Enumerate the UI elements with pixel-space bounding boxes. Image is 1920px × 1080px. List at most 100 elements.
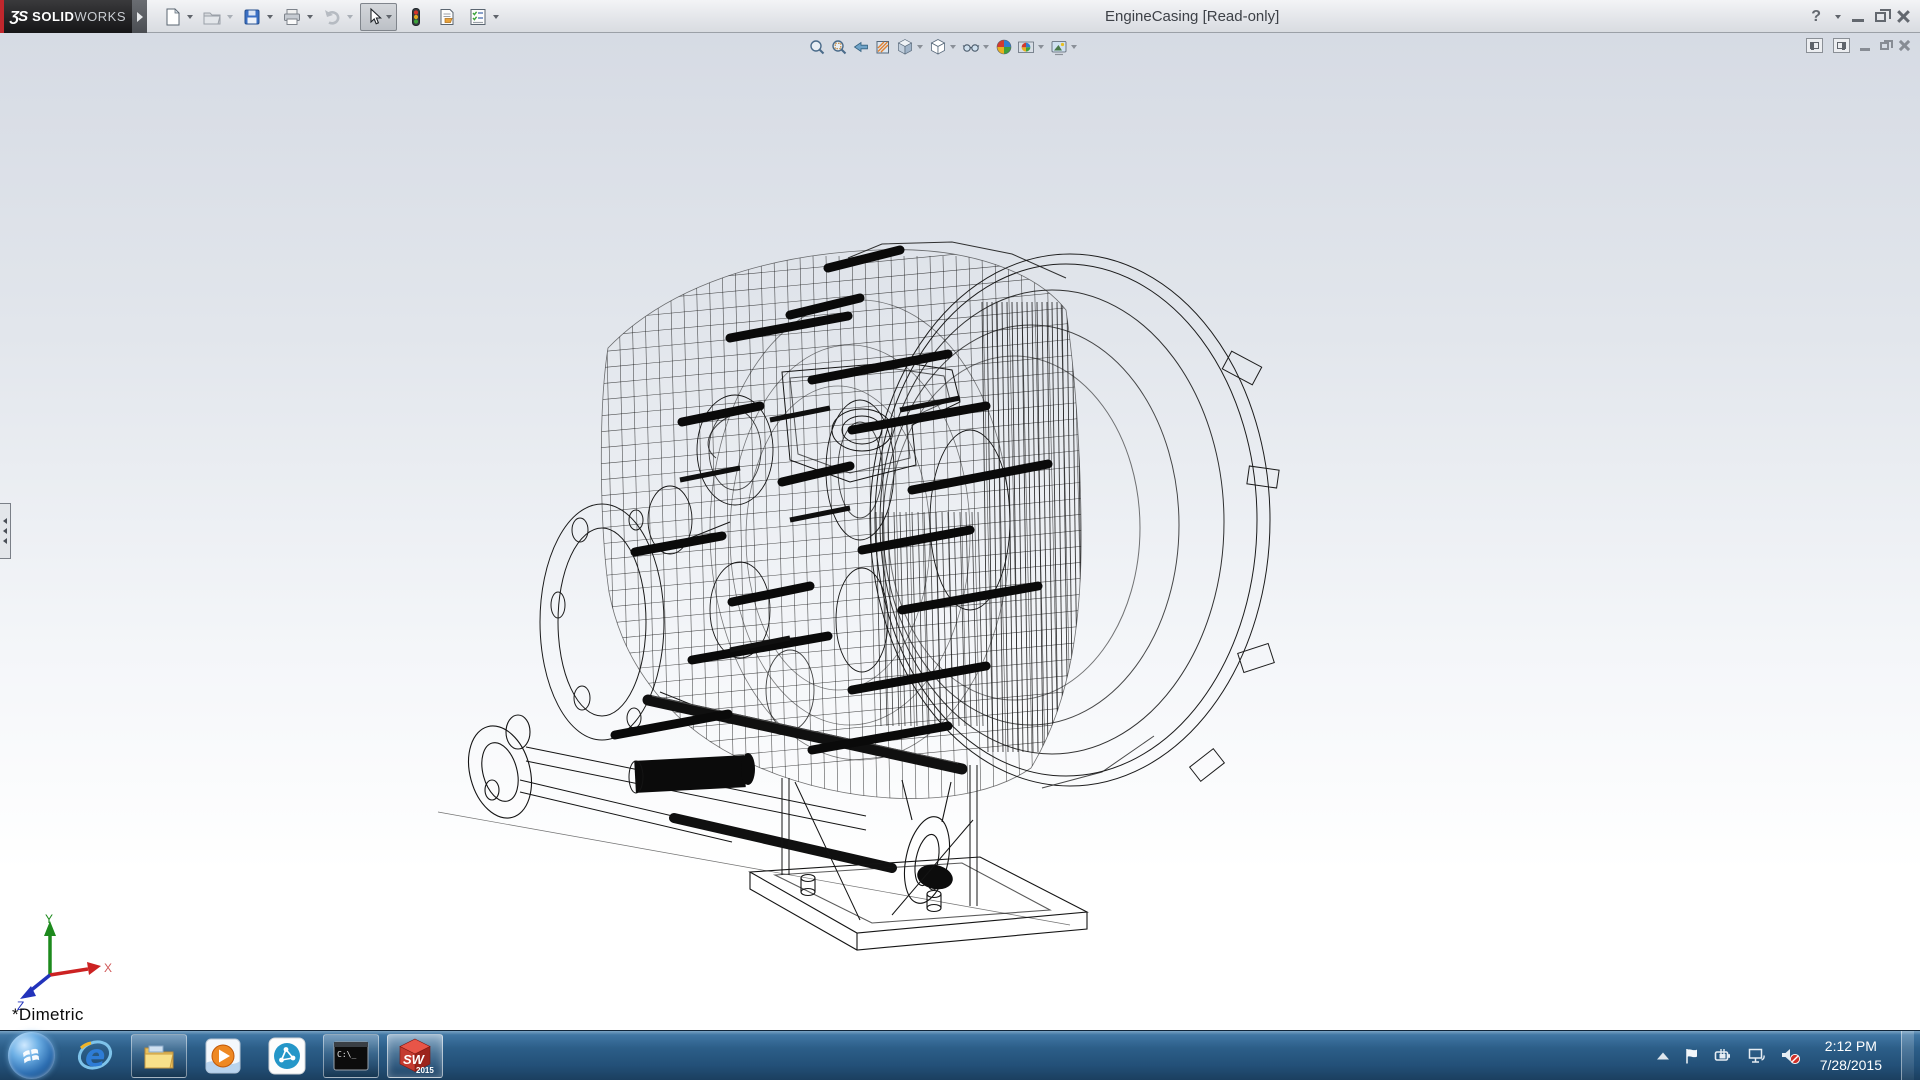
undo-icon xyxy=(322,7,342,27)
print-icon xyxy=(282,7,302,27)
hide-show-items-button[interactable] xyxy=(960,36,982,58)
windows-taskbar: e C:\_ xyxy=(0,1030,1920,1080)
model-dense-right xyxy=(982,302,1083,752)
logo-text-light: WORKS xyxy=(74,9,126,24)
open-dropdown[interactable] xyxy=(227,15,233,19)
network-icon[interactable] xyxy=(1747,1047,1767,1065)
file-properties-button[interactable] xyxy=(435,5,459,29)
display-style-icon xyxy=(929,38,947,56)
view-orientation-dropdown[interactable] xyxy=(917,45,923,49)
model-body-outline xyxy=(601,250,1081,799)
pane-right-icon xyxy=(1837,42,1846,49)
taskbar-command-prompt[interactable]: C:\_ xyxy=(323,1034,379,1078)
window-title: EngineCasing [Read-only] xyxy=(1105,0,1279,33)
solidworks-2015-icon: SW 2015 xyxy=(395,1036,435,1076)
glasses-icon xyxy=(962,38,980,56)
document-close-button[interactable] xyxy=(1899,40,1910,51)
save-floppy-icon xyxy=(242,7,262,27)
print-dropdown[interactable] xyxy=(307,15,313,19)
apply-scene-dropdown[interactable] xyxy=(1038,45,1044,49)
headsup-view-toolbar xyxy=(806,36,1081,58)
open-button[interactable] xyxy=(200,5,224,29)
taskbar-clock[interactable]: 2:12 PM 7/28/2015 xyxy=(1814,1037,1888,1075)
folder-icon xyxy=(140,1038,178,1074)
view-settings-button[interactable] xyxy=(1048,36,1070,58)
display-style-button[interactable] xyxy=(927,36,949,58)
file-properties-icon xyxy=(437,7,457,27)
previous-view-button[interactable] xyxy=(850,36,872,58)
svg-text:e: e xyxy=(85,1039,105,1074)
traffic-light-icon xyxy=(406,7,426,27)
share-app-icon xyxy=(268,1037,306,1075)
new-dropdown[interactable] xyxy=(187,15,193,19)
reference-triad: Y X Z xyxy=(14,913,114,1013)
document-window-controls xyxy=(1806,38,1910,53)
standard-toolbar xyxy=(160,0,506,33)
graphics-area[interactable]: Y X Z *Dimetric xyxy=(0,33,1920,1030)
close-button[interactable] xyxy=(1897,10,1910,23)
save-button[interactable] xyxy=(240,5,264,29)
section-view-button[interactable] xyxy=(872,36,894,58)
edit-appearance-button[interactable] xyxy=(993,36,1015,58)
solidworks-logo: ƷS SOLID WORKS xyxy=(4,0,132,33)
taskbar-solidworks[interactable]: SW 2015 xyxy=(387,1034,443,1078)
open-folder-icon xyxy=(202,7,222,27)
model-right-eye-bracket xyxy=(897,780,956,907)
apply-scene-button[interactable] xyxy=(1015,36,1037,58)
new-document-button[interactable] xyxy=(160,5,184,29)
save-dropdown[interactable] xyxy=(267,15,273,19)
options-button[interactable] xyxy=(466,5,490,29)
menu-expand-button[interactable] xyxy=(132,0,147,33)
title-bar: ƷS SOLID WORKS xyxy=(0,0,1920,33)
taskbar-internet-explorer[interactable]: e xyxy=(67,1034,123,1078)
minimize-button[interactable] xyxy=(1852,19,1864,22)
wireframe-model[interactable] xyxy=(430,220,1290,980)
zoom-to-area-button[interactable] xyxy=(828,36,850,58)
options-dropdown[interactable] xyxy=(493,15,499,19)
feature-pane-left-toggle[interactable] xyxy=(1806,38,1823,53)
taskbar-media-player[interactable] xyxy=(195,1034,251,1078)
print-button[interactable] xyxy=(280,5,304,29)
power-battery-icon[interactable] xyxy=(1714,1047,1734,1065)
feature-pane-right-toggle[interactable] xyxy=(1833,38,1850,53)
apply-scene-icon xyxy=(1017,38,1035,56)
svg-text:2015: 2015 xyxy=(416,1066,434,1075)
show-hidden-icons-button[interactable] xyxy=(1656,1051,1670,1061)
help-button[interactable]: ? xyxy=(1811,8,1821,26)
action-center-flag-icon[interactable] xyxy=(1683,1047,1701,1065)
taskbar-share-app[interactable] xyxy=(259,1034,315,1078)
zoom-to-fit-button[interactable] xyxy=(806,36,828,58)
rebuild-button[interactable] xyxy=(404,5,428,29)
document-minimize-button[interactable] xyxy=(1860,48,1870,51)
taskbar-windows-explorer[interactable] xyxy=(131,1034,187,1078)
window-controls: ? xyxy=(1811,0,1910,33)
expand-arrow-icon xyxy=(137,12,143,22)
restore-button[interactable] xyxy=(1875,12,1886,22)
collapse-arrow-icon xyxy=(3,528,7,534)
triad-x-arrow xyxy=(87,962,101,975)
options-list-icon xyxy=(468,7,488,27)
media-player-icon xyxy=(204,1037,242,1075)
clock-date: 7/28/2015 xyxy=(1820,1056,1882,1075)
model-left-eye-bracket xyxy=(459,715,541,825)
display-style-dropdown[interactable] xyxy=(950,45,956,49)
undo-dropdown[interactable] xyxy=(347,15,353,19)
internet-explorer-icon: e xyxy=(75,1036,115,1076)
triad-x-label: X xyxy=(104,961,112,975)
system-tray: 2:12 PM 7/28/2015 xyxy=(1656,1031,1920,1080)
featuremanager-collapsed-tab[interactable] xyxy=(0,503,11,559)
zoom-to-area-icon xyxy=(830,38,848,56)
select-dropdown[interactable] xyxy=(386,15,392,19)
hide-show-dropdown[interactable] xyxy=(983,45,989,49)
view-settings-dropdown[interactable] xyxy=(1071,45,1077,49)
appearance-sphere-icon xyxy=(995,38,1013,56)
view-orientation-button[interactable] xyxy=(894,36,916,58)
help-dropdown[interactable] xyxy=(1835,15,1841,19)
select-tool-button[interactable] xyxy=(360,3,397,31)
document-restore-button[interactable] xyxy=(1880,42,1889,50)
undo-button[interactable] xyxy=(320,5,344,29)
show-desktop-button[interactable] xyxy=(1901,1031,1914,1080)
volume-muted-icon[interactable] xyxy=(1780,1046,1801,1065)
start-button[interactable] xyxy=(8,1032,55,1079)
command-prompt-icon: C:\_ xyxy=(333,1041,369,1071)
